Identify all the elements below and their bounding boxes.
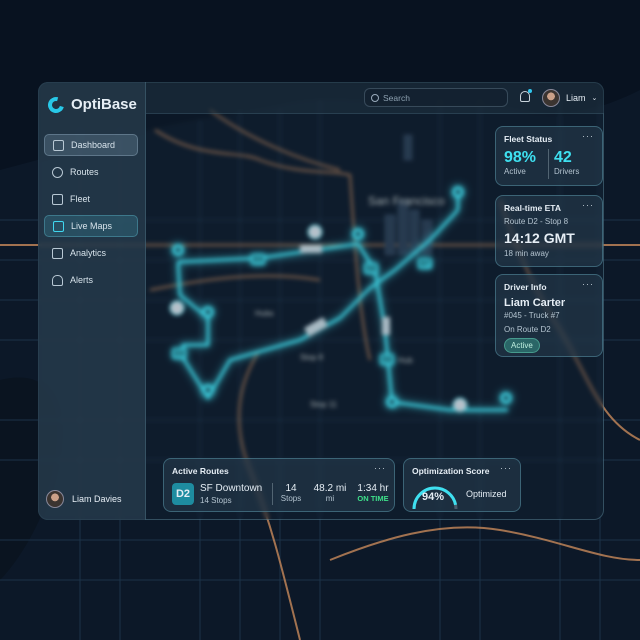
grid-icon (53, 139, 64, 151)
sidebar-item-label: Analytics (70, 248, 107, 258)
fleet-status-card: Fleet Status ··· 98% Active 42 Drivers (495, 126, 603, 186)
avatar (46, 490, 64, 508)
search-placeholder: Search (383, 92, 410, 103)
bell-icon (52, 274, 63, 286)
map-icon (53, 220, 64, 232)
sidebar-item-analytics[interactable]: Analytics (44, 242, 138, 264)
stops-label: Stops (280, 494, 302, 503)
route-stops: 14 Stops (200, 496, 232, 505)
logo-icon (45, 93, 67, 116)
sidebar-item-label: Fleet (70, 194, 91, 204)
drivers-value: 42 (554, 149, 572, 166)
more-icon[interactable]: ··· (582, 131, 594, 141)
card-title: Active Routes (172, 466, 229, 476)
stops-value: 14 (285, 483, 297, 494)
duration-value: 1:34 hr (357, 483, 389, 494)
more-icon[interactable]: ··· (582, 279, 594, 289)
card-title: Real-time ETA (504, 203, 561, 213)
card-title: Driver Info (504, 282, 547, 292)
notification-bell-icon[interactable] (520, 89, 532, 102)
eta-route: Route D2 - Stop 8 (504, 217, 569, 226)
eta-time: 14:12 GMT (504, 230, 575, 246)
more-icon[interactable]: ··· (374, 463, 386, 473)
optimization-score-card: Optimization Score ··· 94% Optimized (403, 458, 521, 512)
more-icon[interactable]: ··· (500, 463, 512, 473)
score-value: 94% (422, 491, 445, 503)
active-routes-card: Active Routes ··· D2 SF Downtown 14 Stops… (163, 458, 395, 512)
user-menu[interactable]: Liam ⌄ (542, 89, 597, 107)
logo: OptiBase (45, 93, 137, 116)
status-badge: Active (504, 338, 540, 353)
user-name: Liam Davies (72, 494, 122, 504)
search-input[interactable]: Search (364, 88, 508, 107)
sidebar-item-label: Routes (70, 167, 99, 177)
route-badge[interactable]: D2 (172, 483, 194, 505)
driver-truck: #045 - Truck #7 (504, 311, 560, 320)
divider (548, 149, 549, 179)
driver-name: Liam Carter (504, 297, 566, 309)
more-icon[interactable]: ··· (582, 200, 594, 210)
on-time-status: ON TIME (357, 494, 389, 503)
distance-label: mi (325, 494, 335, 503)
avatar (542, 89, 560, 107)
driver-info-card: Driver Info ··· Liam Carter #045 - Truck … (495, 274, 603, 357)
distance-value: 48.2 mi (313, 483, 347, 494)
chevron-down-icon: ⌄ (591, 95, 598, 102)
active-value: 98% (504, 149, 537, 166)
sidebar-item-live-maps[interactable]: Live Maps (44, 215, 138, 237)
app-name: OptiBase (71, 96, 137, 113)
sidebar-user[interactable]: Liam Davies (46, 490, 122, 508)
notification-dot (528, 89, 532, 93)
route-name: SF Downtown (200, 483, 263, 494)
sidebar-item-label: Alerts (70, 275, 94, 285)
score-label: Optimized (466, 489, 507, 499)
drivers-label: Drivers (554, 167, 580, 176)
driver-route: On Route D2 (504, 325, 551, 334)
sidebar-item-label: Dashboard (71, 140, 116, 150)
divider (272, 483, 273, 505)
user-name: Liam (566, 93, 586, 103)
eta-away: 18 min away (504, 249, 549, 258)
active-label: Active (504, 167, 526, 176)
chart-icon (52, 247, 63, 259)
route-icon (52, 166, 63, 178)
card-title: Fleet Status (504, 134, 553, 144)
eta-card: Real-time ETA ··· Route D2 - Stop 8 14:12… (495, 195, 603, 267)
card-title: Optimization Score (412, 466, 490, 476)
sidebar-item-routes[interactable]: Routes (44, 161, 138, 183)
sidebar: OptiBase Dashboard Routes Fleet Live Map… (38, 82, 146, 520)
sidebar-item-alerts[interactable]: Alerts (44, 269, 138, 291)
top-bar: Search Liam ⌄ (146, 82, 604, 114)
sidebar-item-dashboard[interactable]: Dashboard (44, 134, 138, 156)
sidebar-item-fleet[interactable]: Fleet (44, 188, 138, 210)
truck-icon (52, 193, 63, 205)
sidebar-item-label: Live Maps (71, 221, 113, 231)
